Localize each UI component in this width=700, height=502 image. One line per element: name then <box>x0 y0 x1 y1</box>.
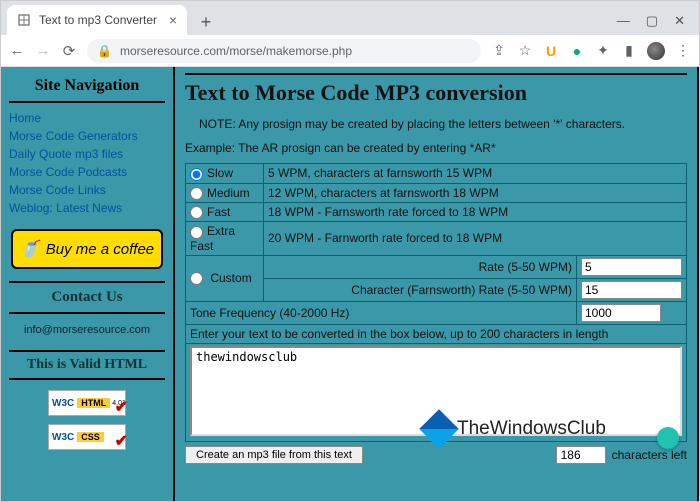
farnsworth-input[interactable] <box>581 281 682 299</box>
speed-row-fast: Fast 18 WPM - Farnsworth rate forced to … <box>186 202 687 221</box>
enter-text-label: Enter your text to be converted in the b… <box>186 324 687 343</box>
speed-desc: 5 WPM, characters at farnsworth 15 WPM <box>264 164 687 183</box>
radio-medium[interactable] <box>190 187 203 200</box>
new-tab-button[interactable]: + <box>193 9 219 35</box>
close-icon[interactable]: × <box>169 12 177 28</box>
tab-title: Text to mp3 Converter <box>39 13 157 27</box>
menu-icon[interactable]: ⋮ <box>675 43 691 59</box>
chars-left-count <box>556 446 606 464</box>
tone-row: Tone Frequency (40-2000 Hz) <box>186 301 687 324</box>
sidebar-link-generators[interactable]: Morse Code Generators <box>9 127 165 145</box>
rate-label: Rate (5-50 WPM) <box>264 255 577 278</box>
speed-row-custom: Custom Rate (5-50 WPM) <box>186 255 687 278</box>
sidebar-link-podcasts[interactable]: Morse Code Podcasts <box>9 163 165 181</box>
farnsworth-label: Character (Farnsworth) Rate (5-50 WPM) <box>264 278 577 301</box>
lock-icon: 🔒 <box>97 44 112 58</box>
maximize-icon[interactable]: ▢ <box>646 13 658 29</box>
sidebar-link-daily-quote[interactable]: Daily Quote mp3 files <box>9 145 165 163</box>
minimize-icon[interactable]: — <box>617 13 630 29</box>
radio-custom[interactable] <box>190 272 203 285</box>
window-close-icon[interactable]: ✕ <box>674 13 685 29</box>
browser-tab[interactable]: Text to mp3 Converter × <box>7 5 187 35</box>
text-input[interactable] <box>190 346 682 436</box>
example-text: Example: The AR prosign can be created b… <box>185 135 687 163</box>
create-mp3-button[interactable]: Create an mp3 file from this text <box>185 446 363 464</box>
w3c-css-badge[interactable]: W3C CSS ✔ <box>48 424 126 450</box>
options-table: Slow 5 WPM, characters at farnsworth 15 … <box>185 163 687 441</box>
radio-fast[interactable] <box>190 206 203 219</box>
bookmarks-icon[interactable]: ▮ <box>621 43 637 59</box>
sidebar-link-home[interactable]: Home <box>9 109 165 127</box>
forward-icon: → <box>35 42 51 59</box>
browser-toolbar: ← → ⟳ 🔒 morseresource.com/morse/makemors… <box>1 35 699 67</box>
speed-desc: 12 WPM, characters at farnsworth 18 WPM <box>264 183 687 202</box>
speed-row-extra-fast: Extra Fast 20 WPM - Farnworth rate force… <box>186 222 687 255</box>
main-content: Text to Morse Code MP3 conversion NOTE: … <box>173 67 699 501</box>
speed-row-slow: Slow 5 WPM, characters at farnsworth 15 … <box>186 164 687 183</box>
address-bar[interactable]: 🔒 morseresource.com/morse/makemorse.php <box>87 39 481 63</box>
profile-avatar[interactable] <box>647 42 665 60</box>
check-icon: ✔ <box>115 431 128 451</box>
contact-email[interactable]: info@morseresource.com <box>9 314 165 350</box>
share-icon[interactable]: ⇪ <box>491 43 507 59</box>
contact-heading: Contact Us <box>9 281 165 314</box>
speed-row-medium: Medium 12 WPM, characters at farnsworth … <box>186 183 687 202</box>
radio-slow[interactable] <box>190 168 203 181</box>
speed-desc: 18 WPM - Farnsworth rate forced to 18 WP… <box>264 202 687 221</box>
reload-icon[interactable]: ⟳ <box>61 42 77 60</box>
buy-me-coffee-button[interactable]: 🥤 Buy me a coffee <box>11 229 163 269</box>
radio-extra-fast[interactable] <box>190 226 203 239</box>
note-text: NOTE: Any prosign may be created by plac… <box>185 113 687 135</box>
coffee-icon: 🥤 <box>20 239 40 259</box>
star-icon[interactable]: ☆ <box>517 43 533 59</box>
sidebar: Site Navigation Home Morse Code Generato… <box>1 67 173 501</box>
extensions-icon[interactable]: ✦ <box>595 43 611 59</box>
tone-input[interactable] <box>581 304 661 322</box>
buy-me-coffee-label: Buy me a coffee <box>46 241 154 258</box>
ext-u-icon[interactable]: U <box>543 43 559 59</box>
sidebar-heading: Site Navigation <box>9 73 165 103</box>
back-icon[interactable]: ← <box>9 42 25 59</box>
sidebar-link-links[interactable]: Morse Code Links <box>9 181 165 199</box>
browser-tabbar: Text to mp3 Converter × + — ▢ ✕ <box>1 1 699 35</box>
valid-html-heading: This is Valid HTML <box>9 350 165 380</box>
floating-action-button[interactable] <box>657 427 679 449</box>
sidebar-link-weblog[interactable]: Weblog: Latest News <box>9 199 165 217</box>
url-text: morseresource.com/morse/makemorse.php <box>120 44 352 58</box>
window-controls: — ▢ ✕ <box>617 13 693 35</box>
page-title: Text to Morse Code MP3 conversion <box>185 79 687 113</box>
w3c-html-badge[interactable]: W3C HTML 4.01 ✔ <box>48 390 126 416</box>
tab-favicon <box>17 13 31 27</box>
tone-label: Tone Frequency (40-2000 Hz) <box>186 301 577 324</box>
rate-input[interactable] <box>581 258 682 276</box>
chars-left-label: characters left <box>612 448 687 462</box>
ext-green-icon[interactable]: ● <box>569 43 585 59</box>
speed-desc: 20 WPM - Farnworth rate forced to 18 WPM <box>264 222 687 255</box>
check-icon: ✔ <box>115 397 128 417</box>
